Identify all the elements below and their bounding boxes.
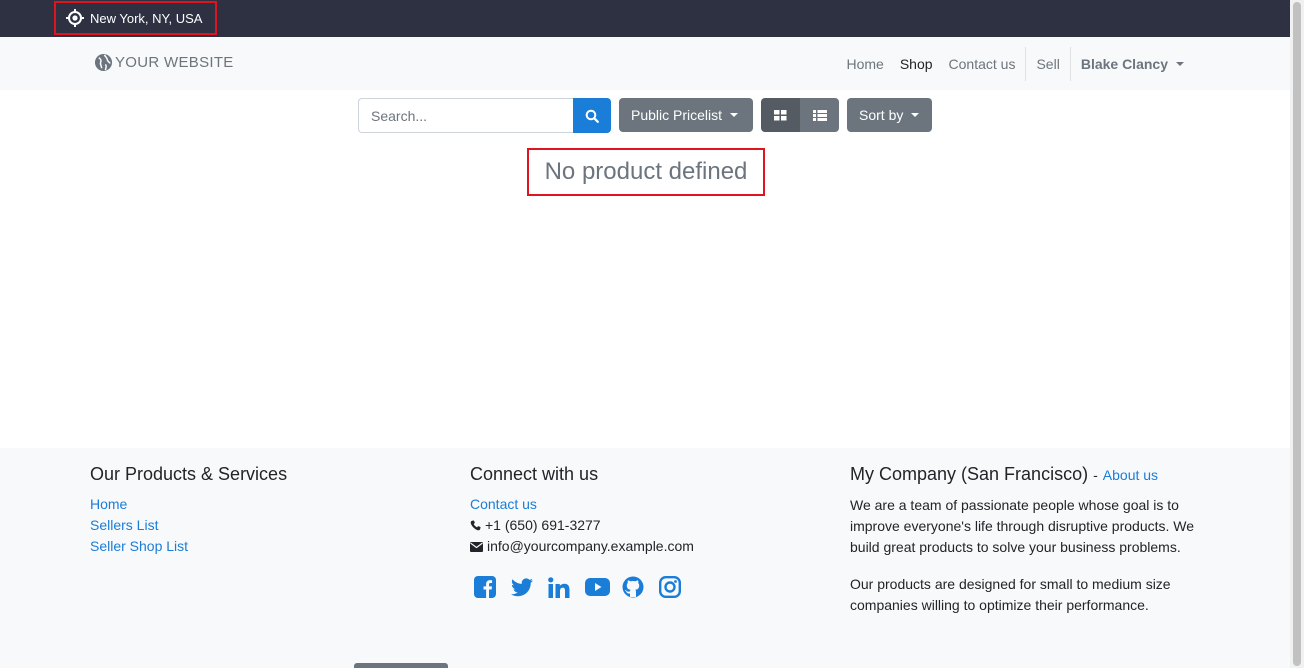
phone-icon: [470, 520, 481, 531]
search-input[interactable]: [358, 98, 573, 133]
globe-icon: [94, 53, 113, 72]
footer-products-column: Our Products & Services Home Sellers Lis…: [90, 464, 430, 557]
caret-down-icon: [730, 113, 739, 117]
footer-company-column: My Company (San Francisco) - About us We…: [850, 464, 1200, 632]
footer-contact-link[interactable]: Contact us: [470, 494, 810, 515]
footer-phone: +1 (650) 691-3277: [470, 515, 810, 536]
sort-by-dropdown[interactable]: Sort by: [847, 98, 932, 132]
search-button[interactable]: [573, 98, 611, 133]
location-selector[interactable]: New York, NY, USA: [54, 1, 217, 35]
list-icon: [812, 109, 827, 121]
nav-shop[interactable]: Shop: [892, 56, 941, 72]
grid-icon: [774, 109, 787, 120]
about-us-link[interactable]: About us: [1103, 467, 1158, 483]
twitter-icon[interactable]: [511, 575, 548, 599]
user-menu[interactable]: Blake Clancy: [1073, 56, 1192, 72]
footer-connect-column: Connect with us Contact us +1 (650) 691-…: [470, 464, 810, 599]
brand-text: YOUR WEBSITE: [115, 54, 234, 71]
pricelist-label: Public Pricelist: [631, 107, 723, 123]
company-products-description: Our products are designed for small to m…: [850, 576, 1171, 613]
crosshair-icon: [66, 9, 84, 27]
nav-contact[interactable]: Contact us: [941, 56, 1024, 72]
nav-divider: [1025, 46, 1027, 81]
footer-link-seller-shop-list[interactable]: Seller Shop List: [90, 536, 430, 557]
location-label: New York, NY, USA: [90, 10, 203, 26]
caret-down-icon: [911, 113, 920, 117]
caret-down-icon: [1176, 61, 1184, 66]
footer-link-home[interactable]: Home: [90, 494, 430, 515]
title-separator: -: [1093, 467, 1098, 483]
sort-by-label: Sort by: [859, 107, 904, 123]
scrollbar-thumb[interactable]: [1293, 2, 1301, 666]
social-links: [474, 575, 810, 599]
view-toggle: [761, 98, 839, 132]
envelope-icon: [470, 541, 483, 552]
user-name: Blake Clancy: [1080, 55, 1168, 72]
github-icon[interactable]: [622, 575, 659, 599]
empty-state-message: No product defined: [544, 158, 748, 185]
brand-logo[interactable]: YOUR WEBSITE: [94, 53, 234, 72]
nav-sell[interactable]: Sell: [1028, 56, 1067, 72]
company-description: We are a team of passionate people whose…: [850, 497, 1195, 555]
footer-email: info@yourcompany.example.com: [470, 536, 810, 557]
instagram-icon[interactable]: [659, 575, 696, 599]
search-icon: [585, 109, 599, 123]
search-form: [358, 98, 611, 133]
footer: Our Products & Services Home Sellers Lis…: [0, 448, 1290, 668]
footer-company-title: My Company (San Francisco) - About us: [850, 464, 1200, 486]
list-view-button[interactable]: [800, 98, 839, 132]
facebook-icon[interactable]: [474, 575, 511, 599]
location-bar: New York, NY, USA: [0, 0, 1290, 37]
youtube-icon[interactable]: [585, 575, 622, 599]
nav-divider: [1069, 46, 1071, 81]
footer-products-title: Our Products & Services: [90, 464, 288, 484]
company-name: My Company (San Francisco): [850, 464, 1089, 484]
page-scrollbar[interactable]: [1290, 0, 1304, 668]
email-address: info@yourcompany.example.com: [487, 538, 694, 554]
grid-view-button[interactable]: [761, 98, 800, 132]
nav-home[interactable]: Home: [838, 56, 891, 72]
empty-state-highlight: No product defined: [527, 148, 765, 196]
footer-bottom-badge: [354, 663, 448, 668]
footer-connect-title: Connect with us: [470, 464, 599, 484]
nav-menu: Home Shop Contact us Sell Blake Clancy: [838, 37, 1192, 90]
main-navbar: YOUR WEBSITE Home Shop Contact us Sell B…: [0, 37, 1290, 90]
phone-number: +1 (650) 691-3277: [485, 517, 601, 533]
footer-link-sellers-list[interactable]: Sellers List: [90, 515, 430, 536]
linkedin-icon[interactable]: [548, 575, 585, 599]
pricelist-dropdown[interactable]: Public Pricelist: [619, 98, 753, 132]
